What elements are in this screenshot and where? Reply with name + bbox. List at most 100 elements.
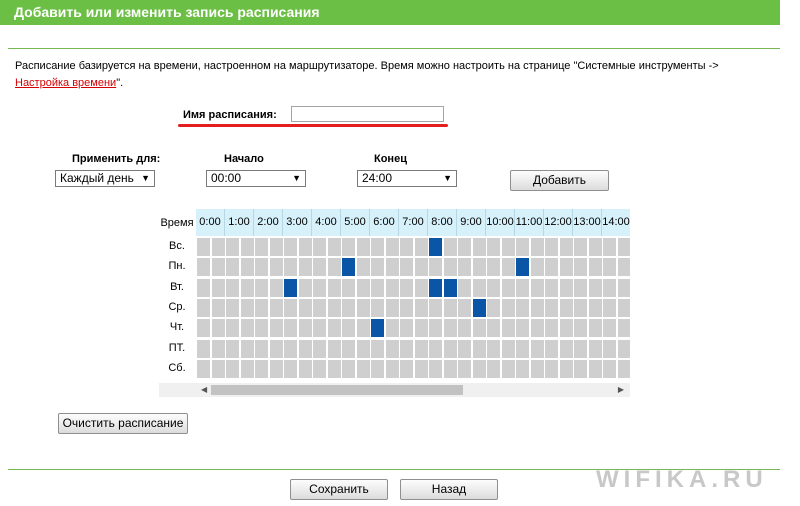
schedule-cell[interactable] <box>327 258 341 277</box>
apply-for-select[interactable]: Каждый день ▼ <box>55 170 155 187</box>
schedule-cell[interactable] <box>530 319 544 338</box>
schedule-cell[interactable] <box>487 319 500 338</box>
schedule-cell[interactable] <box>400 339 413 358</box>
schedule-cell[interactable] <box>516 359 529 378</box>
schedule-cell[interactable] <box>530 298 544 317</box>
schedule-cell[interactable] <box>617 319 630 338</box>
schedule-cell[interactable] <box>545 278 558 297</box>
schedule-cell[interactable] <box>617 238 630 256</box>
schedule-cell[interactable] <box>284 298 297 317</box>
schedule-cell[interactable] <box>284 258 297 277</box>
schedule-cell[interactable] <box>385 298 399 317</box>
schedule-cell[interactable] <box>284 278 297 297</box>
schedule-cell[interactable] <box>298 238 312 256</box>
horizontal-scrollbar[interactable]: ◀ ▶ <box>159 383 630 397</box>
schedule-cell[interactable] <box>574 319 587 338</box>
schedule-cell[interactable] <box>516 298 529 317</box>
schedule-cell[interactable] <box>559 238 573 256</box>
schedule-cell[interactable] <box>617 359 630 378</box>
schedule-cell[interactable] <box>414 298 428 317</box>
schedule-cell[interactable] <box>588 258 602 277</box>
schedule-cell[interactable] <box>588 319 602 338</box>
schedule-cell[interactable] <box>530 359 544 378</box>
schedule-cell[interactable] <box>269 238 283 256</box>
schedule-cell[interactable] <box>501 258 515 277</box>
schedule-cell[interactable] <box>603 258 616 277</box>
schedule-cell[interactable] <box>443 298 457 317</box>
schedule-cell[interactable] <box>313 359 326 378</box>
schedule-cell[interactable] <box>617 258 630 277</box>
schedule-cell[interactable] <box>443 339 457 358</box>
schedule-cell[interactable] <box>516 238 529 256</box>
grid-cells[interactable] <box>196 237 630 379</box>
schedule-cell[interactable] <box>197 238 210 256</box>
schedule-cell[interactable] <box>458 278 471 297</box>
schedule-cell[interactable] <box>429 359 442 378</box>
schedule-cell[interactable] <box>400 238 413 256</box>
schedule-cell[interactable] <box>501 359 515 378</box>
schedule-cell[interactable] <box>226 238 239 256</box>
schedule-cell[interactable] <box>545 359 558 378</box>
schedule-cell[interactable] <box>429 278 442 297</box>
schedule-cell[interactable] <box>458 238 471 256</box>
schedule-cell[interactable] <box>588 298 602 317</box>
schedule-cell[interactable] <box>226 298 239 317</box>
schedule-cell[interactable] <box>617 298 630 317</box>
schedule-cell[interactable] <box>385 278 399 297</box>
schedule-cell[interactable] <box>327 319 341 338</box>
schedule-cell[interactable] <box>487 359 500 378</box>
schedule-cell[interactable] <box>342 339 355 358</box>
schedule-cell[interactable] <box>472 258 486 277</box>
schedule-cell[interactable] <box>458 319 471 338</box>
schedule-cell[interactable] <box>429 238 442 256</box>
schedule-cell[interactable] <box>226 278 239 297</box>
schedule-cell[interactable] <box>269 339 283 358</box>
schedule-cell[interactable] <box>617 278 630 297</box>
schedule-cell[interactable] <box>545 238 558 256</box>
schedule-cell[interactable] <box>385 319 399 338</box>
schedule-cell[interactable] <box>269 278 283 297</box>
schedule-cell[interactable] <box>472 298 486 317</box>
schedule-cell[interactable] <box>327 238 341 256</box>
schedule-cell[interactable] <box>255 319 268 338</box>
schedule-cell[interactable] <box>617 339 630 358</box>
schedule-cell[interactable] <box>487 258 500 277</box>
schedule-cell[interactable] <box>530 278 544 297</box>
schedule-cell[interactable] <box>603 359 616 378</box>
schedule-name-input[interactable] <box>291 106 444 122</box>
schedule-cell[interactable] <box>284 238 297 256</box>
schedule-cell[interactable] <box>487 339 500 358</box>
schedule-cell[interactable] <box>429 258 442 277</box>
schedule-cell[interactable] <box>385 238 399 256</box>
schedule-cell[interactable] <box>255 238 268 256</box>
schedule-cell[interactable] <box>574 359 587 378</box>
schedule-cell[interactable] <box>545 319 558 338</box>
schedule-cell[interactable] <box>226 258 239 277</box>
schedule-cell[interactable] <box>211 298 225 317</box>
schedule-cell[interactable] <box>458 258 471 277</box>
schedule-cell[interactable] <box>342 238 355 256</box>
schedule-cell[interactable] <box>269 258 283 277</box>
schedule-cell[interactable] <box>443 258 457 277</box>
schedule-cell[interactable] <box>400 319 413 338</box>
schedule-cell[interactable] <box>443 238 457 256</box>
schedule-cell[interactable] <box>414 258 428 277</box>
schedule-cell[interactable] <box>414 278 428 297</box>
schedule-cell[interactable] <box>269 319 283 338</box>
schedule-cell[interactable] <box>356 238 370 256</box>
schedule-cell[interactable] <box>400 258 413 277</box>
schedule-cell[interactable] <box>371 319 384 338</box>
schedule-cell[interactable] <box>356 258 370 277</box>
schedule-cell[interactable] <box>211 339 225 358</box>
schedule-cell[interactable] <box>574 298 587 317</box>
schedule-cell[interactable] <box>240 359 254 378</box>
schedule-cell[interactable] <box>284 319 297 338</box>
schedule-cell[interactable] <box>284 359 297 378</box>
schedule-cell[interactable] <box>197 258 210 277</box>
schedule-cell[interactable] <box>559 278 573 297</box>
schedule-cell[interactable] <box>313 278 326 297</box>
schedule-cell[interactable] <box>371 359 384 378</box>
schedule-cell[interactable] <box>414 339 428 358</box>
back-button[interactable]: Назад <box>400 479 498 500</box>
schedule-cell[interactable] <box>240 238 254 256</box>
